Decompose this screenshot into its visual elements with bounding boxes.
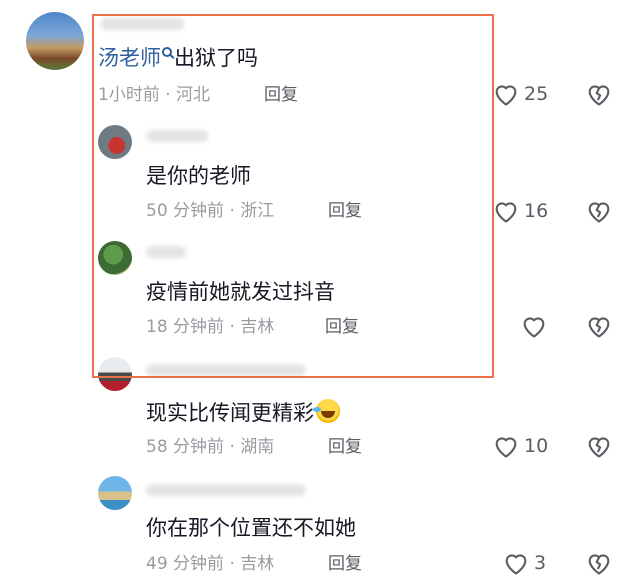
dislike-button[interactable] — [585, 313, 613, 339]
comment-meta: 58 分钟前 · 湖南 — [146, 436, 274, 458]
like-count: 3 — [534, 552, 547, 574]
like-count: 10 — [524, 435, 549, 457]
comment-location: 浙江 — [240, 201, 275, 221]
heart-outline-icon — [523, 317, 545, 338]
comment-text: 疫情前她就发过抖音 — [146, 280, 335, 304]
comment-meta: 1小时前 · 河北 — [98, 84, 210, 106]
username-blurred[interactable] — [146, 246, 186, 258]
meta-separator: · — [224, 201, 241, 221]
comment-text: 你在那个位置还不如她 — [146, 516, 356, 540]
dislike-button[interactable] — [585, 198, 613, 224]
reply-button[interactable]: 回复 — [328, 553, 362, 575]
username-blurred[interactable] — [100, 18, 184, 30]
avatar[interactable] — [98, 125, 132, 159]
comment-location: 河北 — [176, 85, 211, 105]
dislike-button[interactable] — [585, 81, 613, 107]
comment-time: 58 分钟前 — [146, 437, 225, 457]
meta-separator: · — [159, 85, 177, 105]
broken-heart-icon — [588, 85, 610, 106]
like-button[interactable]: 16 — [492, 198, 548, 224]
comment-body: 现实比传闻更精彩 — [146, 401, 314, 425]
comment-meta: 50 分钟前 · 浙江 — [146, 200, 274, 222]
avatar[interactable] — [98, 357, 132, 391]
laughing-crying-emoji-icon — [313, 399, 340, 423]
heart-outline-icon — [505, 554, 527, 575]
meta-separator: · — [224, 317, 241, 337]
heart-outline-icon — [495, 85, 517, 106]
username-blurred[interactable] — [146, 130, 208, 142]
username-blurred[interactable] — [146, 364, 306, 376]
like-button[interactable]: 25 — [492, 81, 548, 107]
avatar[interactable] — [98, 476, 132, 510]
dislike-button[interactable] — [585, 433, 613, 459]
mention-link[interactable]: 汤老师 — [98, 46, 161, 70]
comment-location: 吉林 — [240, 554, 275, 574]
broken-heart-icon — [588, 202, 610, 223]
broken-heart-icon — [588, 317, 610, 338]
like-count: 16 — [524, 200, 549, 222]
search-icon — [162, 47, 172, 57]
comment-time: 1小时前 — [98, 85, 160, 105]
comment-text: 是你的老师 — [146, 164, 251, 188]
dislike-button[interactable] — [585, 550, 613, 576]
reply-button[interactable]: 回复 — [328, 436, 362, 458]
comment-time: 18 分钟前 — [146, 317, 225, 337]
broken-heart-icon — [588, 437, 610, 458]
heart-outline-icon — [495, 437, 517, 458]
avatar[interactable] — [26, 12, 84, 70]
like-button[interactable] — [520, 313, 552, 339]
heart-outline-icon — [495, 202, 517, 223]
comment-text: 汤老师 出狱了吗 — [98, 44, 258, 72]
comment-meta: 18 分钟前 · 吉林 — [146, 316, 274, 338]
reply-button[interactable]: 回复 — [325, 316, 359, 338]
comment-time: 50 分钟前 — [146, 201, 225, 221]
username-blurred[interactable] — [146, 484, 306, 496]
comment-meta: 49 分钟前 · 吉林 — [146, 553, 274, 575]
comment-location: 湖南 — [240, 437, 275, 457]
comment-location: 吉林 — [240, 317, 275, 337]
like-count: 25 — [524, 83, 549, 105]
meta-separator: · — [224, 437, 241, 457]
reply-button[interactable]: 回复 — [264, 84, 298, 106]
like-button[interactable]: 3 — [502, 550, 546, 576]
comment-body: 出狱了吗 — [174, 46, 258, 70]
avatar[interactable] — [98, 241, 132, 275]
reply-button[interactable]: 回复 — [328, 200, 362, 222]
broken-heart-icon — [588, 554, 610, 575]
like-button[interactable]: 10 — [492, 433, 548, 459]
comment-text: 现实比传闻更精彩 — [146, 396, 340, 427]
meta-separator: · — [224, 554, 241, 574]
comment-time: 49 分钟前 — [146, 554, 225, 574]
